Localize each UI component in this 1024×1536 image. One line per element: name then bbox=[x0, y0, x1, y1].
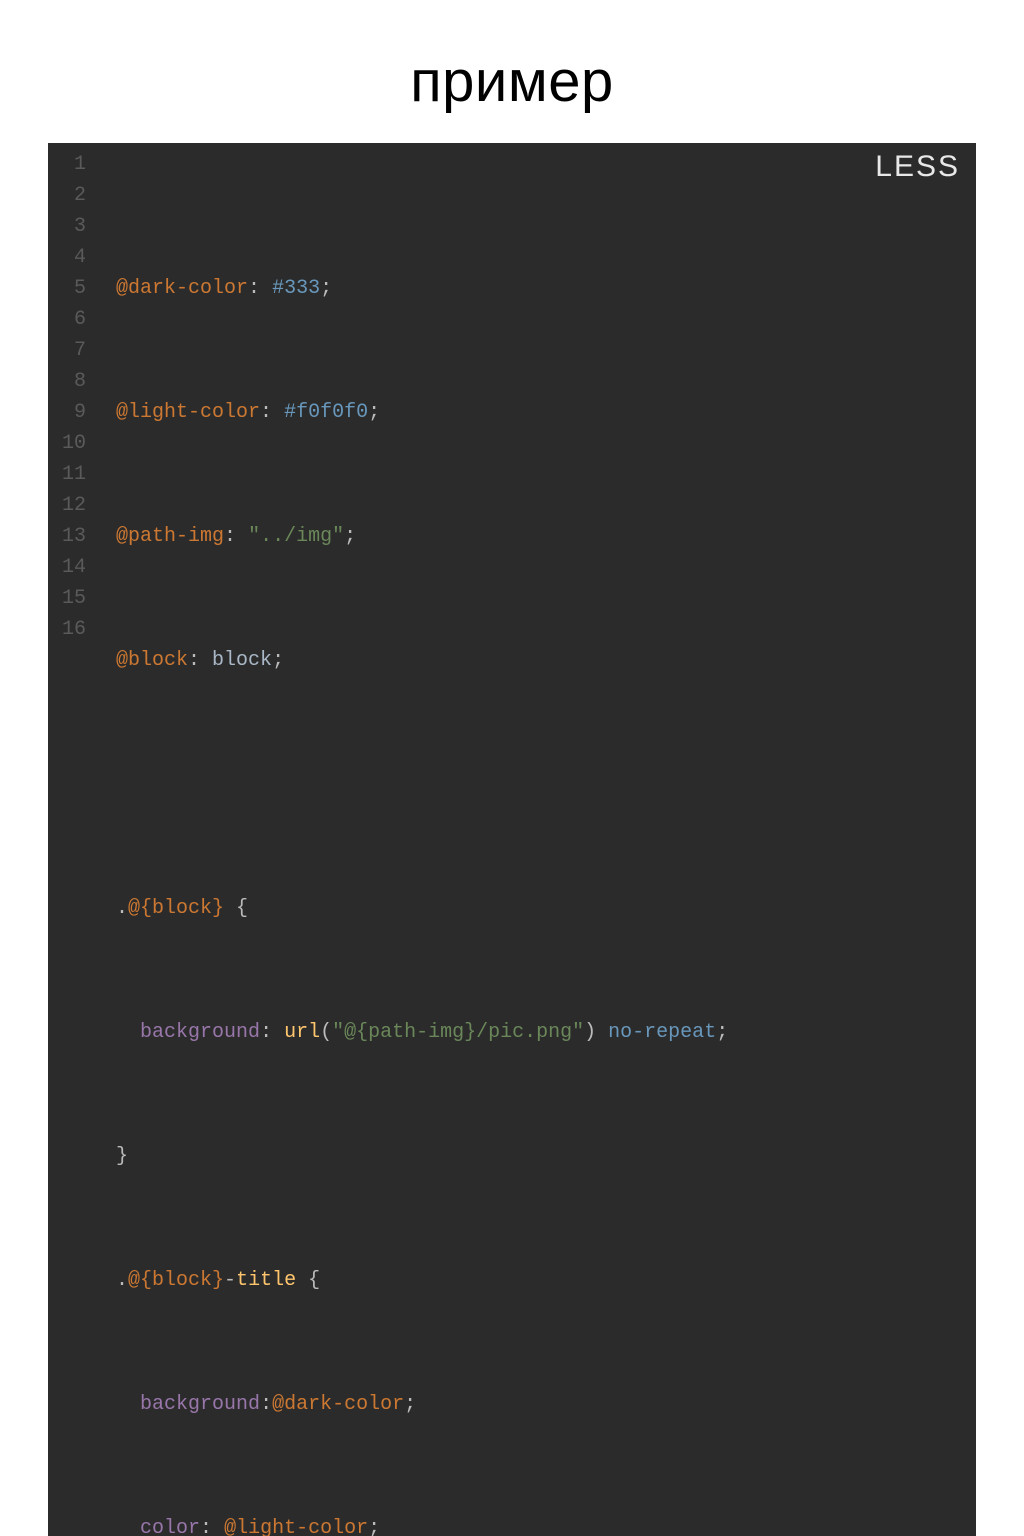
code-line: @block: block; bbox=[116, 645, 962, 676]
token-space bbox=[116, 1021, 140, 1044]
token-variable: @{block} bbox=[128, 1269, 224, 1292]
token-punct: ; bbox=[368, 1517, 380, 1536]
slide: пример 1 2 3 4 5 6 7 8 9 10 11 12 13 14 … bbox=[0, 0, 1024, 768]
code-line: @light-color: #f0f0f0; bbox=[116, 397, 962, 428]
code-line: background: url("@{path-img}/pic.png") n… bbox=[116, 1017, 962, 1048]
language-badge: LESS bbox=[875, 151, 960, 182]
line-number: 7 bbox=[62, 335, 92, 366]
line-number: 4 bbox=[62, 242, 92, 273]
token-punct: ; bbox=[272, 649, 284, 672]
token-punct: ; bbox=[320, 277, 332, 300]
token-hex: #f0f0f0 bbox=[284, 401, 368, 424]
code-editor: 1 2 3 4 5 6 7 8 9 10 11 12 13 14 15 16 L… bbox=[48, 143, 976, 1536]
token-variable: @light-color bbox=[116, 401, 260, 424]
line-number: 1 bbox=[62, 149, 92, 180]
token-punct: ; bbox=[716, 1021, 728, 1044]
line-number: 14 bbox=[62, 552, 92, 583]
editor-panel: 1 2 3 4 5 6 7 8 9 10 11 12 13 14 15 16 L… bbox=[48, 143, 976, 1536]
token-punct: . bbox=[116, 1269, 128, 1292]
line-number: 3 bbox=[62, 211, 92, 242]
token-selector: title bbox=[236, 1269, 296, 1292]
page-title: пример bbox=[0, 0, 1024, 143]
token-punct: { bbox=[296, 1269, 320, 1292]
line-number: 9 bbox=[62, 397, 92, 428]
token-variable: @{block} bbox=[128, 897, 224, 920]
code-line: @path-img: "../img"; bbox=[116, 521, 962, 552]
token-punct: - bbox=[224, 1269, 236, 1292]
token-space bbox=[116, 1517, 140, 1536]
token-string: "../img" bbox=[248, 525, 344, 548]
code-line: @dark-color: #333; bbox=[116, 273, 962, 304]
token-punct: ; bbox=[404, 1393, 416, 1416]
token-variable: @dark-color bbox=[116, 277, 248, 300]
token-variable: @dark-color bbox=[272, 1393, 404, 1416]
token-property: color bbox=[140, 1517, 200, 1536]
token-property: background bbox=[140, 1393, 260, 1416]
token-hex: #333 bbox=[272, 277, 320, 300]
token-punct: : bbox=[260, 1021, 284, 1044]
line-number: 8 bbox=[62, 366, 92, 397]
token-punct: : bbox=[224, 525, 248, 548]
code-line: } bbox=[116, 1141, 962, 1172]
line-number: 16 bbox=[62, 614, 92, 645]
line-number: 5 bbox=[62, 273, 92, 304]
token-punct: : bbox=[188, 649, 212, 672]
token-punct: ; bbox=[344, 525, 356, 548]
token-punct: : bbox=[260, 1393, 272, 1416]
token-func: url bbox=[284, 1021, 320, 1044]
token-punct: ; bbox=[368, 401, 380, 424]
token-ident: block bbox=[212, 649, 272, 672]
code-area[interactable]: LESS @dark-color: #333; @light-color: #f… bbox=[102, 143, 976, 1536]
line-number: 10 bbox=[62, 428, 92, 459]
token-punct: : bbox=[200, 1517, 224, 1536]
code-line: background:@dark-color; bbox=[116, 1389, 962, 1420]
token-variable: @path-img bbox=[116, 525, 224, 548]
token-string: "@{path-img}/pic.png" bbox=[332, 1021, 584, 1044]
code-line: .@{block}-title { bbox=[116, 1265, 962, 1296]
token-variable: @block bbox=[116, 649, 188, 672]
line-number: 6 bbox=[62, 304, 92, 335]
code-line: .@{block} { bbox=[116, 893, 962, 924]
token-punct: . bbox=[116, 897, 128, 920]
line-number: 13 bbox=[62, 521, 92, 552]
token-punct: } bbox=[116, 1145, 128, 1168]
token-punct: ( bbox=[320, 1021, 332, 1044]
line-number: 12 bbox=[62, 490, 92, 521]
token-keyword: no-repeat bbox=[608, 1021, 716, 1044]
line-number: 2 bbox=[62, 180, 92, 211]
token-variable: @light-color bbox=[224, 1517, 368, 1536]
code-line: color: @light-color; bbox=[116, 1513, 962, 1536]
line-number: 15 bbox=[62, 583, 92, 614]
token-punct: : bbox=[248, 277, 272, 300]
line-number-gutter: 1 2 3 4 5 6 7 8 9 10 11 12 13 14 15 16 bbox=[48, 143, 102, 1536]
token-space bbox=[116, 1393, 140, 1416]
token-property: background bbox=[140, 1021, 260, 1044]
code-line bbox=[116, 769, 962, 800]
token-punct: ) bbox=[584, 1021, 608, 1044]
line-number: 11 bbox=[62, 459, 92, 490]
token-punct: : bbox=[260, 401, 284, 424]
token-punct: { bbox=[224, 897, 248, 920]
